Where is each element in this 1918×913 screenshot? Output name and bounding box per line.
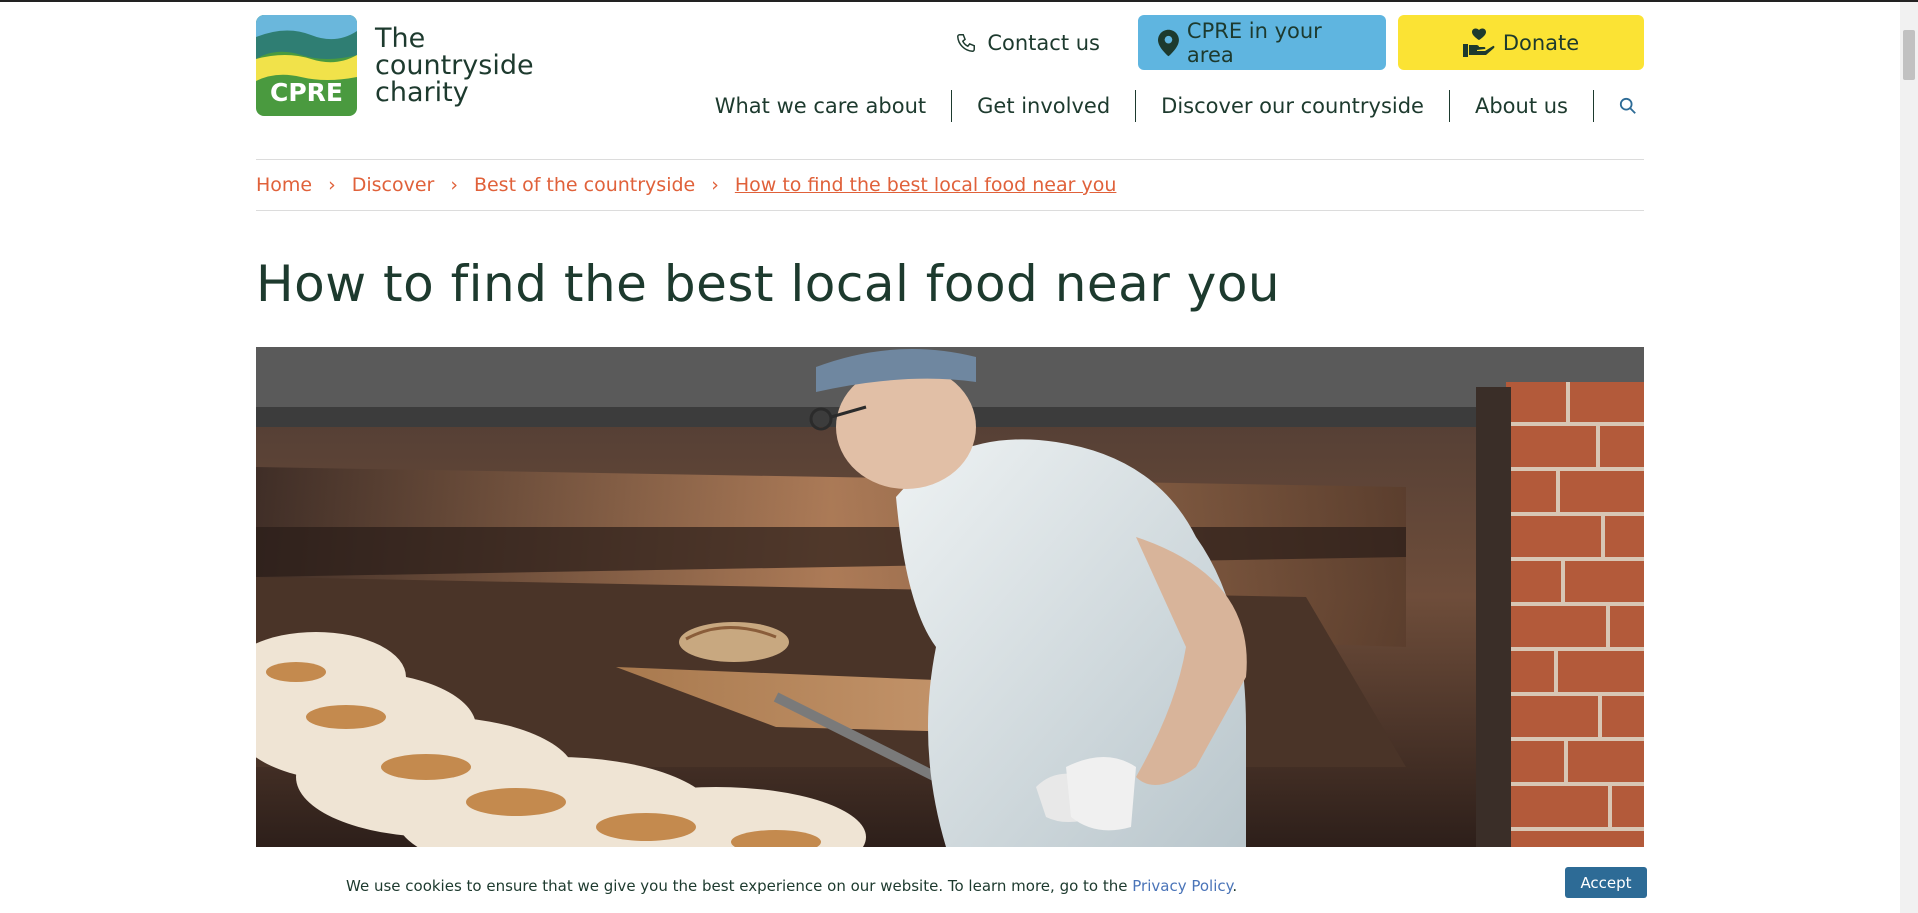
logo-mark-text: CPRE bbox=[270, 78, 343, 107]
breadcrumb: Home › Discover › Best of the countrysid… bbox=[256, 159, 1644, 211]
cookie-suffix: . bbox=[1232, 877, 1238, 895]
chevron-right-icon: › bbox=[450, 174, 458, 196]
nav-item-what-we-care-about[interactable]: What we care about bbox=[690, 90, 953, 122]
map-pin-icon bbox=[1158, 29, 1179, 56]
logo-line: The bbox=[375, 23, 426, 54]
nav-item-discover-our-countryside[interactable]: Discover our countryside bbox=[1136, 90, 1450, 122]
accept-cookies-button[interactable]: Accept bbox=[1565, 867, 1647, 898]
cpre-in-your-area-button[interactable]: CPRE in your area bbox=[1138, 15, 1386, 70]
contact-link[interactable]: Contact us bbox=[955, 31, 1100, 55]
donate-button[interactable]: Donate bbox=[1398, 15, 1644, 70]
area-label: CPRE in your area bbox=[1186, 18, 1322, 67]
phone-icon bbox=[957, 33, 976, 52]
site-logo[interactable]: CPRE The countryside charity bbox=[256, 15, 534, 116]
header-actions: Contact us CPRE in your area Donate bbox=[955, 15, 1644, 70]
nav-item-about-us[interactable]: About us bbox=[1450, 90, 1594, 122]
hero-image bbox=[256, 347, 1644, 847]
logo-line: charity bbox=[375, 77, 469, 108]
privacy-policy-link[interactable]: Privacy Policy bbox=[1132, 877, 1232, 895]
chevron-right-icon: › bbox=[711, 174, 719, 196]
cookie-text: We use cookies to ensure that we give yo… bbox=[346, 877, 1133, 895]
donate-label: Donate bbox=[1502, 30, 1580, 55]
logo-line: countryside bbox=[375, 50, 534, 81]
breadcrumb-current[interactable]: How to find the best local food near you bbox=[735, 174, 1117, 196]
logo-wordmark: The countryside charity bbox=[375, 25, 534, 106]
contact-label: Contact us bbox=[987, 30, 1100, 55]
search-icon bbox=[1619, 97, 1636, 114]
scrollbar-thumb[interactable] bbox=[1903, 30, 1915, 80]
main-nav: What we care about Get involved Discover… bbox=[690, 88, 1644, 124]
cookie-banner: We use cookies to ensure that we give yo… bbox=[0, 847, 1900, 913]
search-button[interactable] bbox=[1594, 97, 1644, 115]
page-title: How to find the best local food near you bbox=[256, 255, 1281, 313]
nav-item-get-involved[interactable]: Get involved bbox=[952, 90, 1137, 122]
cookie-message: We use cookies to ensure that we give yo… bbox=[346, 877, 1237, 895]
breadcrumb-home[interactable]: Home bbox=[256, 174, 312, 196]
heart-hand-icon bbox=[1462, 27, 1495, 57]
page-scrollbar[interactable] bbox=[1900, 2, 1918, 913]
breadcrumb-best-of-the-countryside[interactable]: Best of the countryside bbox=[474, 174, 695, 196]
chevron-right-icon: › bbox=[328, 174, 336, 196]
cpre-logo-icon: CPRE bbox=[256, 15, 357, 116]
breadcrumb-discover[interactable]: Discover bbox=[352, 174, 435, 196]
